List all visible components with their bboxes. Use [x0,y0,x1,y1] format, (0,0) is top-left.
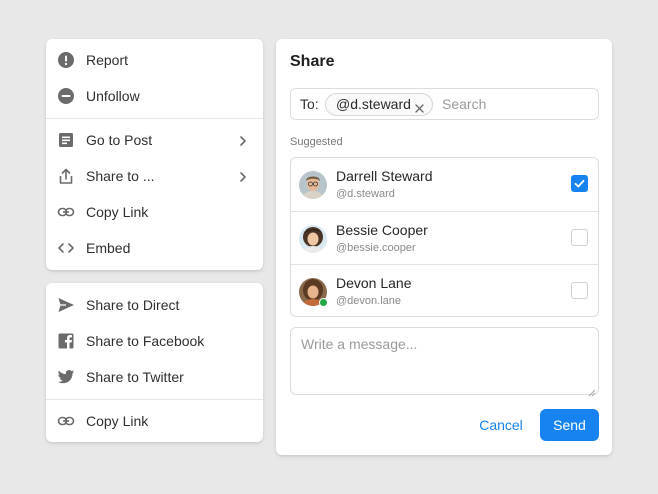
avatar [299,278,328,307]
facebook-icon [57,332,75,350]
dialog-title: Share [290,53,335,70]
menu-item-unfollow[interactable]: Unfollow [46,78,263,114]
user-name: Darrell Steward [336,168,433,184]
menu-item-label: Share to Twitter [86,369,184,385]
share-dialog: Share To: @d.steward Suggested Darrell S… [276,39,612,455]
message-input[interactable] [290,327,599,395]
select-checkbox[interactable] [571,175,588,192]
divider [46,118,263,119]
recipient-field[interactable]: To: @d.steward [290,88,599,120]
recipient-chip-label: @d.steward [336,96,411,112]
menu-item-label: Report [86,52,129,68]
menu-item-copy-link[interactable]: Copy Link [46,194,263,230]
menu-item-share-direct[interactable]: Share to Direct [46,287,263,323]
menu-item-label: Copy Link [86,204,149,220]
select-checkbox[interactable] [571,282,588,299]
to-label: To: [300,96,319,112]
suggested-list: Darrell Steward @d.steward Bessie Cooper… [290,157,599,317]
suggested-user-row[interactable]: Darrell Steward @d.steward [291,158,598,211]
alert-circle-icon [57,51,75,69]
cancel-button[interactable]: Cancel [471,409,531,441]
menu-item-label: Go to Post [86,132,153,148]
user-name: Bessie Cooper [336,222,428,238]
menu-item-copy-link[interactable]: Copy Link [46,403,263,439]
avatar [299,225,327,253]
send-button[interactable]: Send [540,409,599,441]
menu-item-embed[interactable]: Embed [46,230,263,266]
user-handle: @bessie.cooper [336,242,416,254]
link-icon [57,203,75,221]
code-icon [57,239,75,257]
suggested-user-row[interactable]: Devon Lane @devon.lane [291,264,598,316]
link-icon [57,412,75,430]
search-input[interactable] [442,93,592,115]
resize-handle-icon[interactable] [588,384,596,397]
send-icon [57,296,75,314]
menu-item-label: Share to ... [86,168,155,184]
minus-circle-icon [57,87,75,105]
share-options-menu: Share to Direct Share to Facebook Share … [46,283,263,442]
chevron-right-icon [237,170,249,182]
menu-item-share-to[interactable]: Share to ... [46,158,263,194]
select-checkbox[interactable] [571,229,588,246]
online-status-dot [319,298,328,307]
menu-item-label: Share to Facebook [86,333,205,349]
close-icon[interactable] [415,100,424,113]
check-icon [574,179,585,188]
menu-item-label: Share to Direct [86,297,180,313]
chevron-right-icon [237,134,249,146]
menu-item-label: Embed [86,240,131,256]
menu-item-go-to-post[interactable]: Go to Post [46,122,263,158]
post-options-menu: Report Unfollow Go to Post Share to ... … [46,39,263,270]
menu-item-share-twitter[interactable]: Share to Twitter [46,359,263,395]
twitter-icon [57,368,75,386]
menu-item-report[interactable]: Report [46,42,263,78]
menu-item-label: Unfollow [86,88,140,104]
divider [46,399,263,400]
recipient-chip[interactable]: @d.steward [325,93,433,116]
menu-item-share-facebook[interactable]: Share to Facebook [46,323,263,359]
menu-item-label: Copy Link [86,413,149,429]
suggested-user-row[interactable]: Bessie Cooper @bessie.cooper [291,211,598,264]
avatar [299,171,327,199]
user-handle: @devon.lane [336,295,401,307]
share-icon [57,167,75,185]
suggested-heading: Suggested [290,136,343,148]
document-icon [57,131,75,149]
user-name: Devon Lane [336,275,412,291]
user-handle: @d.steward [336,188,395,200]
